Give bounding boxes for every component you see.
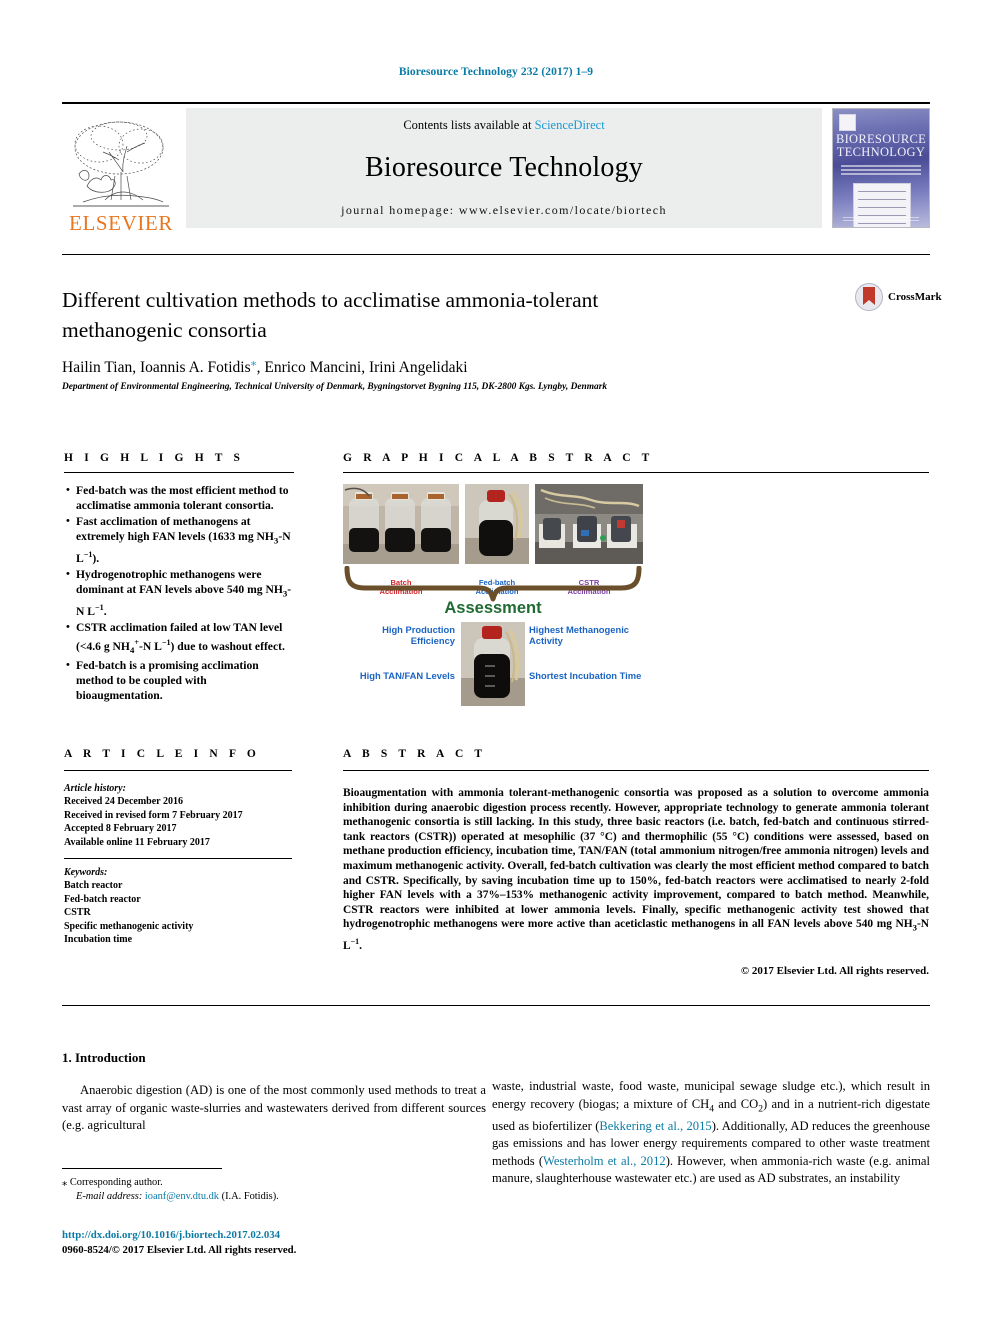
outcome-production-efficiency: High Production Efficiency	[382, 624, 455, 647]
article-info-heading: A R T I C L E I N F O	[64, 748, 260, 760]
crossmark-label: CrossMark	[888, 291, 942, 303]
email-label: E-mail address:	[76, 1191, 143, 1202]
issn-copyright: 0960-8524/© 2017 Elsevier Ltd. All right…	[62, 1243, 297, 1256]
ga-brace-icon	[343, 565, 643, 602]
ga-photo-row	[343, 482, 643, 564]
body-column-left: Anaerobic digestion (AD) is one of the m…	[62, 1082, 486, 1135]
paper-page: Bioresource Technology 232 (2017) 1–9 EL…	[0, 0, 992, 1323]
keyword-item: Fed-batch reactor	[64, 893, 141, 905]
body-column-right: waste, industrial waste, food waste, mun…	[492, 1078, 930, 1188]
authors-part2: , Enrico Mancini, Irini Angelidaki	[256, 359, 468, 377]
abstract-divider	[343, 770, 929, 771]
crossmark-icon	[855, 283, 883, 311]
highlights-heading: H I G H L I G H T S	[64, 452, 245, 464]
corresponding-text: Corresponding author.	[69, 1177, 163, 1188]
graphical-abstract-figure: Batch Acclimation Fed-batch Acclimation …	[343, 482, 643, 722]
ga-outcomes: High Production Efficiency Highest Metha…	[343, 622, 643, 706]
email-owner: (I.A. Fotidis).	[221, 1191, 279, 1202]
body-divider	[62, 1005, 930, 1006]
assessment-reactor-photo	[461, 622, 525, 706]
intro-paragraph-right: waste, industrial waste, food waste, mun…	[492, 1078, 930, 1188]
journal-cover-thumbnail: BIORESOURCE TECHNOLOGY	[832, 108, 930, 228]
running-head: Bioresource Technology 232 (2017) 1–9	[398, 66, 594, 78]
elsevier-wordmark: ELSEVIER	[69, 211, 173, 235]
outcome-tan-fan-levels: High TAN/FAN Levels	[359, 670, 455, 681]
history-online: Available online 11 February 2017	[64, 836, 210, 848]
email-note: E-mail address: ioanf@env.dtu.dk (I.A. F…	[62, 1190, 486, 1204]
citation-westerholm[interactable]: Westerholm et al., 2012	[543, 1154, 666, 1168]
title-divider	[62, 254, 930, 255]
keyword-item: Incubation time	[64, 934, 133, 946]
outcome-methanogenic-activity: Highest Methanogenic Activity	[529, 624, 630, 647]
footnote-divider	[62, 1168, 222, 1169]
article-history-label: Article history:	[64, 783, 126, 794]
history-revised: Received in revised form 7 February 2017	[64, 809, 243, 821]
article-info-block: Article history: Received 24 December 20…	[64, 782, 299, 946]
contents-prefix: Contents lists available at	[403, 118, 535, 132]
assessment-label: Assessment	[444, 599, 542, 617]
elsevier-logo: ELSEVIER	[62, 104, 180, 234]
cover-title-line2: TECHNOLOGY	[836, 144, 926, 159]
section-title-introduction: 1. Introduction	[62, 1050, 146, 1065]
graphical-abstract-heading: G R A P H I C A L A B S T R A C T	[343, 452, 654, 464]
journal-title: Bioresource Technology	[365, 152, 643, 183]
keyword-item: Batch reactor	[64, 880, 123, 892]
list-item: Hydrogenotrophic methanogens were domina…	[66, 567, 294, 619]
highlights-list: Fed-batch was the most efficient method …	[64, 483, 294, 705]
sciencedirect-link[interactable]: ScienceDirect	[535, 118, 605, 132]
intro-paragraph-left: Anaerobic digestion (AD) is one of the m…	[62, 1083, 486, 1133]
email-link[interactable]: ioanf@env.dtu.dk	[145, 1191, 219, 1202]
batch-reactor-photo	[343, 484, 459, 564]
cover-elsevier-mark	[839, 114, 856, 131]
list-item: CSTR acclimation failed at low TAN level…	[66, 620, 294, 657]
abstract-copyright: © 2017 Elsevier Ltd. All rights reserved…	[740, 965, 929, 977]
footnote-block: ⁎ Corresponding author. E-mail address: …	[62, 1176, 486, 1204]
keywords-divider	[64, 858, 292, 860]
contents-line: Contents lists available at ScienceDirec…	[403, 118, 604, 133]
cover-subtitle-lines	[841, 163, 921, 177]
cover-title: BIORESOURCE TECHNOLOGY	[833, 133, 929, 158]
outcome-incubation-time: Shortest Incubation Time	[529, 670, 642, 681]
masthead-center: Contents lists available at ScienceDirec…	[186, 108, 822, 228]
journal-homepage[interactable]: journal homepage: www.elsevier.com/locat…	[341, 203, 667, 218]
highlights-divider	[64, 472, 294, 473]
doi-link[interactable]: http://dx.doi.org/10.1016/j.biortech.201…	[62, 1228, 492, 1243]
elsevier-tree-icon	[65, 116, 177, 212]
article-info-divider	[64, 770, 292, 771]
list-item: Fed-batch is a promising acclimation met…	[66, 658, 294, 703]
crossmark-badge[interactable]: CrossMark	[855, 283, 942, 311]
graphical-abstract-divider	[343, 472, 929, 473]
cstr-reactor-photo	[535, 484, 643, 564]
history-accepted: Accepted 8 February 2017	[64, 823, 177, 835]
authors-part1: Hailin Tian, Ioannis A. Fotidis	[62, 359, 251, 377]
list-item: Fed-batch was the most efficient method …	[66, 483, 294, 513]
fed-batch-reactor-photo	[465, 484, 529, 564]
author-list: Hailin Tian, Ioannis A. Fotidis⁎, Enrico…	[62, 355, 822, 377]
abstract-heading: A B S T R A C T	[343, 748, 487, 760]
affiliation: Department of Environmental Engineering,…	[62, 382, 608, 392]
doi-block: http://dx.doi.org/10.1016/j.biortech.201…	[62, 1228, 492, 1257]
citation-bekkering[interactable]: Bekkering et al., 2015	[599, 1119, 711, 1133]
corresponding-author-note: ⁎ Corresponding author.	[62, 1176, 486, 1190]
list-item: Fast acclimation of methanogens at extre…	[66, 514, 294, 566]
cover-footer-lines	[843, 215, 919, 223]
keyword-item: Specific methanogenic activity	[64, 920, 194, 932]
cover-title-line1: BIORESOURCE	[835, 132, 927, 146]
keyword-item: CSTR	[64, 907, 91, 919]
page-title: Different cultivation methods to acclima…	[62, 288, 599, 342]
corresponding-marker: ⁎	[62, 1177, 68, 1188]
journal-masthead: ELSEVIER Contents lists available at Sci…	[62, 102, 930, 234]
history-received: Received 24 December 2016	[64, 796, 183, 808]
intro-text-b: and CO	[713, 1096, 759, 1111]
keywords-label: Keywords:	[64, 867, 108, 879]
abstract-text: Bioaugmentation with ammonia tolerant-me…	[343, 787, 929, 953]
